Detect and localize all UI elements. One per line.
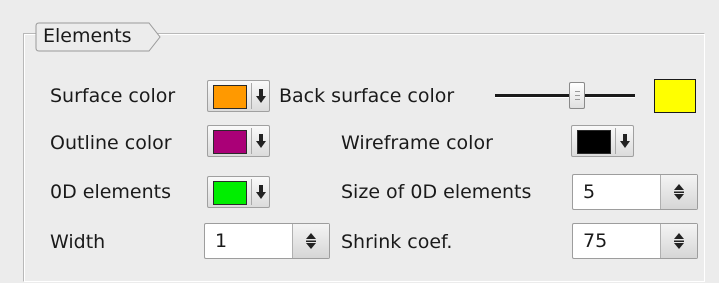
spin-buttons[interactable] (660, 224, 697, 258)
wireframe-color-button[interactable] (571, 125, 634, 157)
outline-color-label: Outline color (50, 132, 172, 154)
width-label: Width (50, 231, 106, 253)
slider-groove (495, 94, 635, 98)
width-spinbox[interactable]: 1 (204, 223, 330, 259)
shrink-coef-value[interactable]: 75 (583, 230, 607, 252)
wireframe-color-swatch (577, 130, 611, 154)
0d-elements-label: 0D elements (50, 181, 172, 203)
swatch-separator (251, 128, 252, 154)
0d-elements-color-swatch (213, 181, 247, 205)
arrow-down-icon (620, 134, 630, 148)
group-title-text: Elements (43, 25, 132, 47)
spin-arrows-icon (306, 233, 316, 249)
spin-buttons[interactable] (660, 175, 697, 209)
arrow-down-icon (256, 89, 266, 103)
surface-color-button[interactable] (207, 80, 270, 112)
spin-buttons[interactable] (292, 224, 329, 258)
shrink-coef-label: Shrink coef. (341, 231, 453, 253)
spin-arrows-icon (674, 233, 684, 249)
surface-color-label: Surface color (50, 85, 176, 107)
outline-color-button[interactable] (207, 125, 270, 157)
size-0d-elements-value[interactable]: 5 (583, 181, 595, 203)
0d-elements-color-button[interactable] (207, 176, 270, 208)
back-surface-color-swatch[interactable] (654, 79, 696, 113)
size-0d-elements-spinbox[interactable]: 5 (572, 174, 698, 210)
back-surface-color-label: Back surface color (279, 85, 455, 107)
size-0d-elements-label: Size of 0D elements (341, 181, 532, 203)
arrow-down-icon (256, 134, 266, 148)
outline-color-swatch (213, 130, 247, 154)
slider-handle[interactable] (569, 82, 585, 109)
shrink-coef-spinbox[interactable]: 75 (572, 223, 698, 259)
swatch-separator (251, 179, 252, 205)
arrow-down-icon (256, 185, 266, 199)
swatch-separator (615, 128, 616, 154)
back-surface-slider[interactable] (495, 80, 635, 110)
surface-color-swatch (213, 85, 247, 109)
width-value[interactable]: 1 (215, 230, 227, 252)
spin-arrows-icon (674, 184, 684, 200)
swatch-separator (251, 83, 252, 109)
wireframe-color-label: Wireframe color (341, 132, 493, 154)
